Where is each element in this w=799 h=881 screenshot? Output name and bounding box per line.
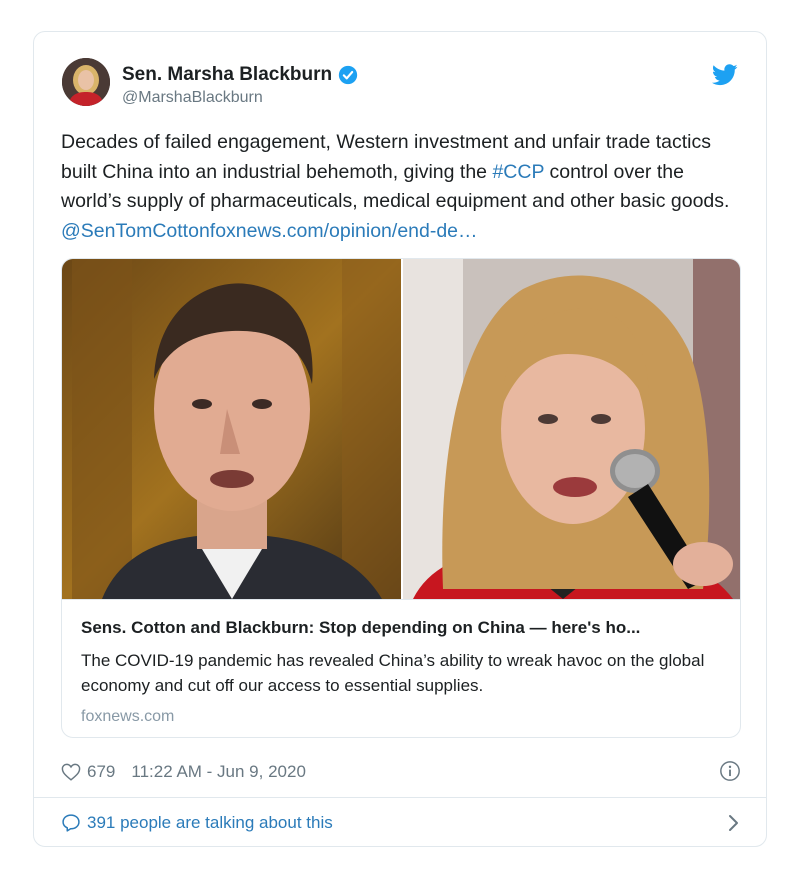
author-name-row[interactable]: Sen. Marsha Blackburn bbox=[122, 64, 358, 86]
link-preview-meta: Sens. Cotton and Blackburn: Stop dependi… bbox=[62, 599, 740, 737]
like-count[interactable]: 679 bbox=[87, 762, 115, 782]
photo-left bbox=[62, 259, 401, 599]
author-name[interactable]: Sen. Marsha Blackburn bbox=[122, 64, 332, 86]
avatar[interactable] bbox=[62, 58, 110, 106]
link-preview-card[interactable]: Sens. Cotton and Blackburn: Stop dependi… bbox=[61, 258, 741, 738]
avatar-image bbox=[62, 58, 110, 106]
footer-divider bbox=[34, 797, 766, 798]
chevron-right-icon[interactable] bbox=[727, 813, 741, 833]
mention-link[interactable]: @SenTomCotton bbox=[61, 220, 210, 242]
conversation-link[interactable]: 391 people are talking about this bbox=[61, 811, 741, 835]
tweet-text: Decades of failed engagement, Western in… bbox=[61, 128, 741, 246]
verified-badge-icon bbox=[338, 65, 358, 85]
article-link[interactable]: foxnews.com/opinion/end-de… bbox=[210, 220, 478, 242]
conversation-label[interactable]: 391 people are talking about this bbox=[87, 813, 333, 833]
twitter-bird-icon[interactable] bbox=[712, 64, 738, 86]
tweet-embed-card: Sen. Marsha Blackburn @MarshaBlackburn D… bbox=[33, 31, 767, 847]
heart-icon[interactable] bbox=[61, 763, 81, 781]
info-icon[interactable] bbox=[719, 760, 741, 782]
link-preview-title[interactable]: Sens. Cotton and Blackburn: Stop dependi… bbox=[81, 618, 640, 638]
photo-right bbox=[403, 259, 740, 599]
hashtag-link[interactable]: #CCP bbox=[492, 161, 544, 183]
comment-bubble-icon bbox=[62, 814, 80, 832]
timestamp[interactable]: 11:22 AM - Jun 9, 2020 bbox=[131, 762, 306, 782]
link-preview-domain: foxnews.com bbox=[81, 708, 175, 725]
author-handle[interactable]: @MarshaBlackburn bbox=[122, 89, 263, 107]
link-preview-description: The COVID-19 pandemic has revealed China… bbox=[81, 651, 705, 695]
tweet-footer: 679 11:22 AM - Jun 9, 2020 bbox=[61, 760, 741, 784]
